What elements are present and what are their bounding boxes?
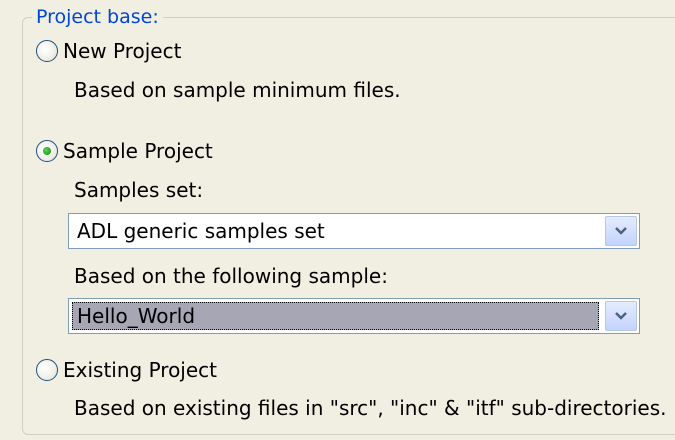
radio-new-project-label[interactable]: New Project — [63, 38, 181, 64]
sample-dropdown[interactable]: Hello_World — [68, 298, 640, 334]
sample-dropdown-button[interactable] — [605, 301, 637, 331]
radio-existing-project[interactable]: Existing Project — [36, 355, 217, 385]
new-project-description: Based on sample minimum files. — [74, 78, 401, 102]
sample-selection-highlight: Hello_World — [72, 302, 599, 330]
radio-sample-project[interactable]: Sample Project — [36, 136, 213, 166]
radio-button-icon[interactable] — [36, 40, 58, 62]
chevron-down-icon — [615, 227, 627, 235]
radio-new-project[interactable]: New Project — [36, 36, 181, 66]
radio-button-icon[interactable] — [36, 359, 58, 381]
samples-set-dropdown[interactable]: ADL generic samples set — [68, 213, 640, 249]
sample-value: Hello_World — [77, 304, 196, 328]
radio-existing-project-label[interactable]: Existing Project — [63, 357, 217, 383]
radio-sample-project-label[interactable]: Sample Project — [63, 138, 213, 164]
samples-set-label: Samples set: — [74, 178, 204, 202]
sample-label: Based on the following sample: — [74, 264, 388, 288]
radio-button-icon[interactable] — [36, 140, 58, 162]
samples-set-value: ADL generic samples set — [77, 219, 325, 243]
chevron-down-icon — [615, 312, 627, 320]
groupbox-legend: Project base: — [32, 4, 163, 30]
samples-set-dropdown-button[interactable] — [605, 216, 637, 246]
existing-project-description: Based on existing files in "src", "inc" … — [74, 396, 667, 420]
project-base-panel: Project base: New Project Based on sampl… — [0, 0, 675, 440]
